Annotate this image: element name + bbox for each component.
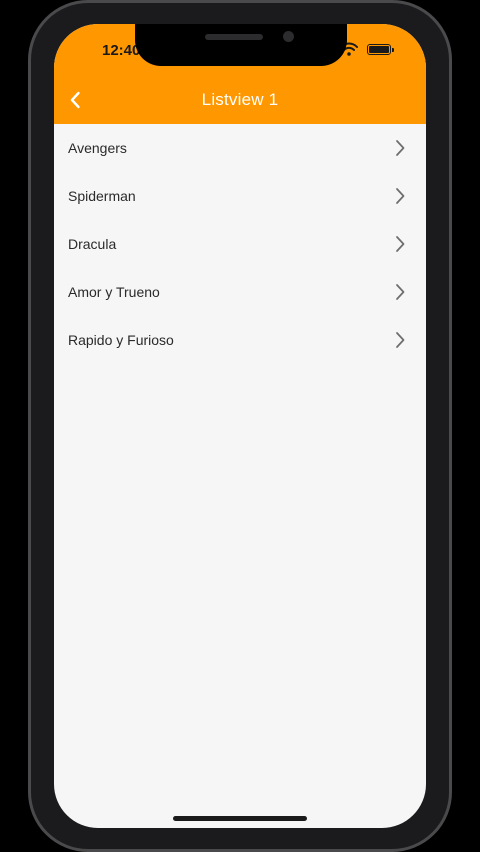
- device-stage: 12:40 Listview 1 Avengers Spiderman Drac…: [0, 0, 480, 852]
- chevron-right-icon: [396, 236, 405, 252]
- list-item-label: Rapido y Furioso: [68, 332, 174, 348]
- movie-list: Avengers Spiderman Dracula Amor y Trueno: [54, 124, 426, 364]
- speaker-grille: [205, 34, 263, 40]
- list-item-label: Avengers: [68, 140, 127, 156]
- list-item-label: Spiderman: [68, 188, 136, 204]
- chevron-right-icon: [396, 332, 405, 348]
- list-item-avengers[interactable]: Avengers: [54, 124, 426, 172]
- list-item-spiderman[interactable]: Spiderman: [54, 172, 426, 220]
- app-screen: 12:40 Listview 1 Avengers Spiderman Drac…: [54, 24, 426, 828]
- chevron-right-icon: [396, 140, 405, 156]
- front-camera: [283, 31, 294, 42]
- home-indicator[interactable]: [173, 816, 307, 821]
- device-notch: [135, 24, 347, 66]
- list-item-rapido-y-furioso[interactable]: Rapido y Furioso: [54, 316, 426, 364]
- page-title: Listview 1: [201, 90, 279, 109]
- chevron-right-icon: [396, 188, 405, 204]
- list-item-dracula[interactable]: Dracula: [54, 220, 426, 268]
- list-item-label: Dracula: [68, 236, 117, 252]
- list-item-amor-y-trueno[interactable]: Amor y Trueno: [54, 268, 426, 316]
- list-item-label: Amor y Trueno: [68, 284, 160, 300]
- battery-icon: [367, 44, 394, 55]
- chevron-right-icon: [396, 284, 405, 300]
